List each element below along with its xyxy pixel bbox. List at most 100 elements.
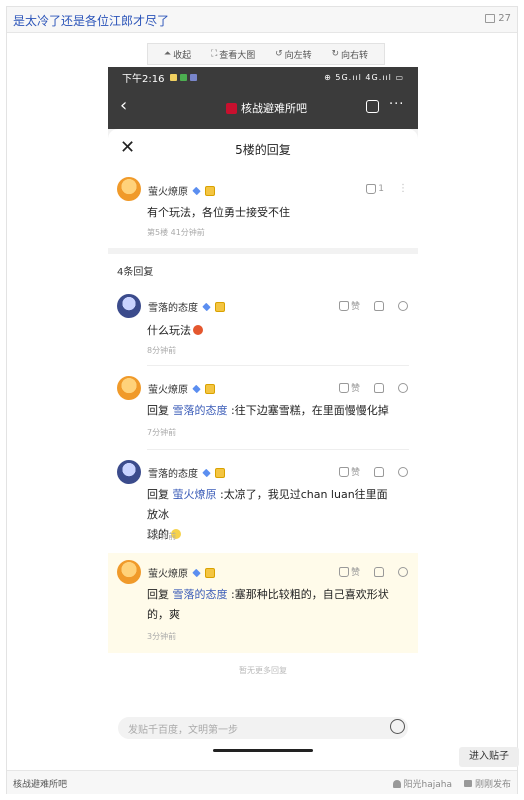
reply-count-value: 27 bbox=[498, 13, 511, 24]
thumbs-up-icon bbox=[366, 183, 377, 194]
thumbs-up-icon bbox=[338, 566, 349, 577]
thumbs-down-icon[interactable] bbox=[374, 382, 384, 393]
verified-icon bbox=[202, 302, 211, 311]
reply-time: 7分钟前 bbox=[147, 428, 177, 437]
reply-icon[interactable] bbox=[398, 466, 408, 477]
screenshot-image[interactable]: 下午2:16 ⊕ 5G.ııl 4G.ııl ▭ ‹ 核战避难所吧 ··· ✕ … bbox=[108, 67, 418, 757]
image-toolbar: ⏶ 收起 ⛶ 查看大图 ↺ 向左转 ↻ 向右转 bbox=[147, 43, 385, 65]
reply-actions: 赞 bbox=[338, 299, 408, 312]
emoji-picker-icon[interactable] bbox=[390, 719, 405, 734]
reply-author[interactable]: 萤火燎原 bbox=[148, 565, 215, 580]
username: 雪落的态度 bbox=[148, 303, 198, 314]
level-badge-icon bbox=[205, 185, 215, 196]
publish-info: 刚刚发布 bbox=[463, 777, 511, 790]
notification-icon bbox=[180, 73, 188, 81]
mention-link[interactable]: 雪落的态度 bbox=[173, 404, 228, 417]
author-name[interactable]: 阳光hajaha bbox=[404, 777, 452, 790]
publish-time: 刚刚发布 bbox=[474, 780, 511, 790]
home-indicator bbox=[213, 749, 313, 752]
collapse-icon: ⏶ bbox=[163, 49, 172, 59]
emoji-icon bbox=[193, 325, 203, 335]
rotate-left-button[interactable]: ↺ 向左转 bbox=[275, 48, 312, 61]
footer-forum-link[interactable]: 核战避难所吧 bbox=[13, 777, 67, 790]
thumbs-up-icon bbox=[338, 466, 349, 477]
enter-thread-button[interactable]: 进入贴子 bbox=[459, 747, 519, 767]
sheet-header: ✕ 5楼的回复 bbox=[108, 129, 418, 169]
reply-input[interactable]: 发贴千百度，文明第一步 bbox=[118, 717, 408, 739]
status-time: 下午2:16 bbox=[122, 73, 165, 85]
verified-icon bbox=[192, 384, 201, 393]
comment-icon bbox=[463, 780, 472, 787]
rotate-right-button[interactable]: ↻ 向右转 bbox=[332, 48, 369, 61]
reply-icon[interactable] bbox=[398, 566, 408, 577]
post-author[interactable]: 萤火燎原 bbox=[148, 183, 215, 198]
view-large-button[interactable]: ⛶ 查看大图 bbox=[211, 48, 255, 61]
notification-icon bbox=[170, 73, 178, 81]
avatar[interactable] bbox=[117, 294, 141, 318]
expand-icon: ⛶ bbox=[210, 49, 218, 59]
reply-count: 27 bbox=[485, 13, 511, 24]
verified-icon bbox=[202, 468, 211, 477]
reply-actions: 赞 bbox=[338, 465, 408, 478]
thread-title-link[interactable]: 是太冷了还是各位江郎才尽了 bbox=[13, 12, 169, 29]
reply-author[interactable]: 雪落的态度 bbox=[148, 465, 225, 480]
mention-link[interactable]: 雪落的态度 bbox=[173, 588, 228, 601]
like-button[interactable]: 赞 bbox=[338, 381, 360, 394]
comment-icon bbox=[485, 14, 496, 23]
back-icon[interactable]: ‹ bbox=[120, 95, 127, 116]
like-label: 赞 bbox=[350, 302, 360, 312]
notification-icons bbox=[170, 73, 198, 81]
card-footer: 核战避难所吧 阳光hajaha 刚刚发布 bbox=[7, 770, 517, 794]
reply-time: 5分钟前 bbox=[147, 532, 177, 541]
avatar[interactable] bbox=[117, 460, 141, 484]
reply-count-label: 4条回复 bbox=[117, 267, 154, 278]
thumbs-down-icon[interactable] bbox=[374, 466, 384, 477]
level-badge-icon bbox=[205, 383, 215, 394]
level-badge-icon bbox=[215, 301, 225, 312]
reply-text-body: :塞那种比较粗的，自己喜欢形状 bbox=[227, 588, 389, 601]
rotate-right-icon: ↻ bbox=[331, 49, 340, 59]
compose-icon[interactable] bbox=[366, 100, 379, 113]
thumbs-down-icon[interactable] bbox=[374, 300, 384, 311]
thumbs-up-icon bbox=[338, 382, 349, 393]
like-button[interactable]: 赞 bbox=[338, 565, 360, 578]
username: 萤火燎原 bbox=[148, 569, 188, 580]
reply-item: 雪落的态度 赞 回复 萤火燎原 :太凉了，我见过chan luan往里面放冰 球的… bbox=[108, 455, 418, 551]
like-button[interactable]: 赞 bbox=[338, 465, 360, 478]
level-badge-icon bbox=[205, 567, 215, 578]
reply-prefix: 回复 bbox=[147, 588, 169, 601]
avatar[interactable] bbox=[117, 560, 141, 584]
like-button[interactable]: 1 bbox=[366, 183, 384, 194]
reply-author[interactable]: 萤火燎原 bbox=[148, 381, 215, 396]
forum-name[interactable]: 核战避难所吧 bbox=[226, 100, 307, 116]
view-large-label: 查看大图 bbox=[219, 50, 256, 61]
avatar[interactable] bbox=[117, 177, 141, 201]
username: 萤火燎原 bbox=[148, 385, 188, 396]
level-badge-icon bbox=[215, 467, 225, 478]
reply-item: 雪落的态度 赞 什么玩法 8分钟前 bbox=[108, 289, 418, 365]
mention-link[interactable]: 萤火燎原 bbox=[173, 488, 217, 501]
post-actions: 1 ⋮ bbox=[366, 183, 408, 194]
like-label: 赞 bbox=[350, 384, 360, 394]
reply-separator bbox=[147, 365, 409, 366]
reply-time: 3分钟前 bbox=[147, 632, 177, 641]
like-count: 1 bbox=[378, 183, 384, 194]
more-icon[interactable]: ··· bbox=[389, 97, 404, 112]
reply-prefix: 回复 bbox=[147, 488, 169, 501]
thumbs-up-icon bbox=[338, 300, 349, 311]
reply-author[interactable]: 雪落的态度 bbox=[148, 299, 225, 314]
more-vertical-icon[interactable]: ⋮ bbox=[398, 183, 408, 194]
collapse-button[interactable]: ⏶ 收起 bbox=[164, 48, 191, 61]
main-post: 萤火燎原 1 ⋮ 有个玩法，各位勇士接受不住 第5楼 41分钟前 bbox=[108, 177, 418, 247]
reply-icon[interactable] bbox=[398, 382, 408, 393]
reply-prefix: 回复 bbox=[147, 404, 169, 417]
thread-header: 是太冷了还是各位江郎才尽了 27 bbox=[7, 7, 517, 33]
input-placeholder: 发贴千百度，文明第一步 bbox=[128, 725, 238, 736]
thumbs-down-icon[interactable] bbox=[374, 566, 384, 577]
post-card: 是太冷了还是各位江郎才尽了 27 ⏶ 收起 ⛶ 查看大图 ↺ 向左转 ↻ 向右转 下午2… bbox=[6, 6, 519, 794]
like-button[interactable]: 赞 bbox=[338, 299, 360, 312]
avatar[interactable] bbox=[117, 376, 141, 400]
reply-icon[interactable] bbox=[398, 300, 408, 311]
section-divider bbox=[108, 248, 418, 254]
reply-time: 8分钟前 bbox=[147, 346, 177, 355]
